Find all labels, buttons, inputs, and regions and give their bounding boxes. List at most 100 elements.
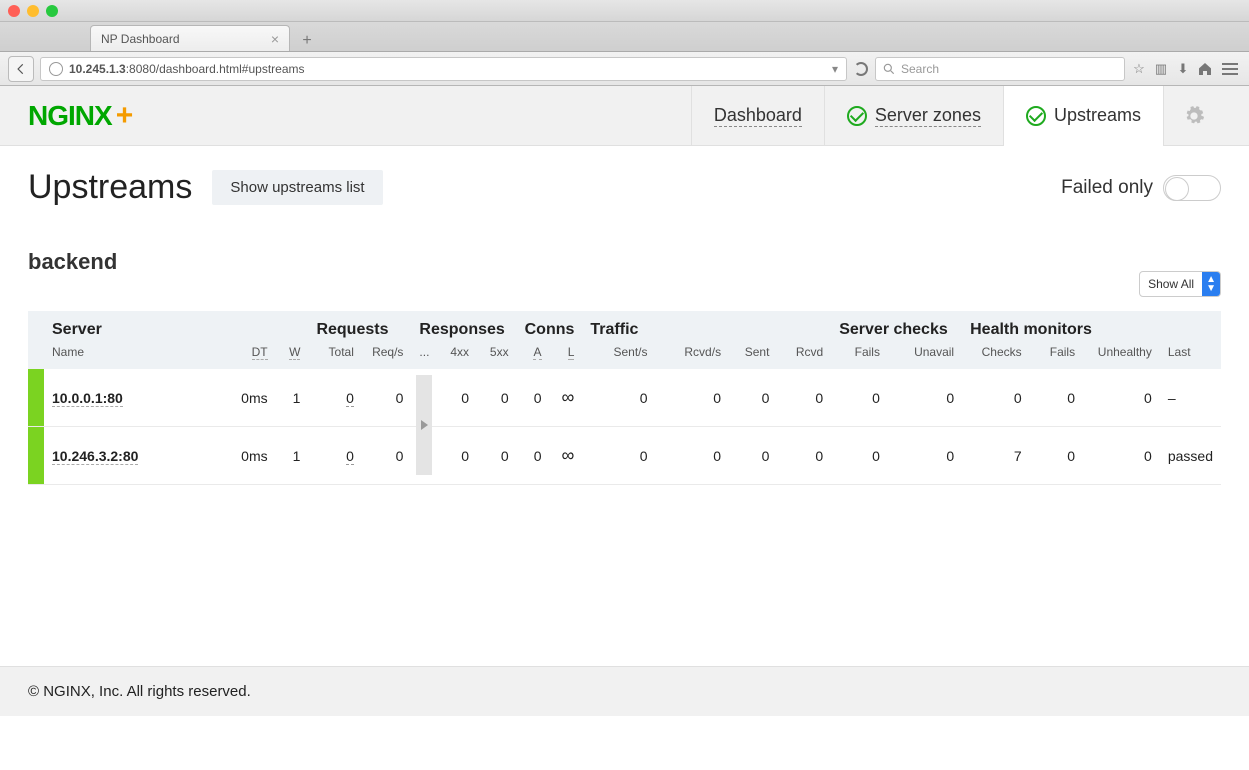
browser-search-input[interactable]: Search — [875, 57, 1125, 81]
url-dropdown-icon[interactable]: ▾ — [832, 62, 838, 76]
cell-total: 0 — [308, 369, 361, 427]
column-expand-handle[interactable] — [416, 375, 432, 475]
colgroup-responses: Responses — [411, 311, 516, 341]
back-button[interactable] — [8, 56, 34, 82]
nav-upstreams-label: Upstreams — [1054, 105, 1141, 126]
cell-hfails: 0 — [1030, 427, 1083, 485]
cell-dt: 0ms — [227, 427, 276, 485]
nav-upstreams[interactable]: Upstreams — [1003, 86, 1163, 146]
failed-only-label: Failed only — [1061, 177, 1153, 199]
bookmark-star-icon[interactable]: ☆ — [1131, 61, 1147, 77]
window-titlebar — [0, 0, 1249, 22]
nginx-logo: NGINX+ — [28, 99, 132, 133]
col-5xx: 5xx — [477, 341, 517, 369]
server-status-indicator — [28, 427, 44, 485]
browser-tab-title: NP Dashboard — [101, 32, 180, 46]
cell-rcvd: 0 — [777, 427, 831, 485]
cell-last: – — [1160, 369, 1221, 427]
reload-icon — [854, 62, 868, 76]
close-tab-icon[interactable]: × — [271, 31, 279, 47]
cell-sent: 0 — [729, 369, 777, 427]
col-hfails: Fails — [1030, 341, 1083, 369]
col-sent: Sent — [729, 341, 777, 369]
new-tab-button[interactable]: + — [296, 31, 318, 51]
minimize-window-icon[interactable] — [27, 5, 39, 17]
failed-only-toggle[interactable] — [1163, 175, 1221, 201]
browser-tab[interactable]: NP Dashboard × — [90, 25, 290, 51]
home-icon[interactable] — [1197, 61, 1213, 77]
col-name: Name — [44, 341, 227, 369]
cell-dt: 0ms — [227, 369, 276, 427]
cell-checks: 7 — [962, 427, 1030, 485]
nav-dashboard[interactable]: Dashboard — [691, 86, 824, 146]
cell-rcvd: 0 — [777, 369, 831, 427]
col-reqs: Req/s — [362, 341, 412, 369]
footer-copyright: © NGINX, Inc. All rights reserved. — [0, 666, 1249, 716]
address-bar[interactable]: 10.245.1.3:8080/dashboard.html#upstreams… — [40, 57, 847, 81]
col-sents: Sent/s — [582, 341, 655, 369]
settings-button[interactable] — [1163, 86, 1223, 146]
cell-server: 10.246.3.2:80 — [44, 427, 227, 485]
cell-5xx: 0 — [477, 427, 517, 485]
cell-4xx: 0 — [437, 369, 477, 427]
cell-hfails: 0 — [1030, 369, 1083, 427]
nav-dashboard-label: Dashboard — [714, 105, 802, 127]
downloads-icon[interactable]: ⬇ — [1175, 61, 1191, 77]
colgroup-health-monitors: Health monitors — [962, 311, 1221, 341]
cell-w: 1 — [276, 427, 309, 485]
cell-sents: 0 — [582, 427, 655, 485]
col-checks: Checks — [962, 341, 1030, 369]
url-host: 10.245.1.3 — [69, 62, 126, 76]
cell-l: ∞ — [550, 427, 583, 485]
col-rcvd: Rcvd — [777, 341, 831, 369]
cell-4xx: 0 — [437, 427, 477, 485]
top-navigation: Dashboard Server zones Upstreams — [691, 86, 1223, 146]
col-a: A — [517, 341, 550, 369]
app-header: NGINX+ Dashboard Server zones Upstreams — [0, 86, 1249, 146]
colgroup-conns: Conns — [517, 311, 583, 341]
cell-fails: 0 — [831, 427, 888, 485]
cell-l: ∞ — [550, 369, 583, 427]
browser-menu-button[interactable] — [1219, 58, 1241, 80]
show-all-label: Show All — [1140, 273, 1202, 295]
cell-5xx: 0 — [477, 369, 517, 427]
cell-sents: 0 — [582, 369, 655, 427]
close-window-icon[interactable] — [8, 5, 20, 17]
cell-rcvds: 0 — [656, 427, 730, 485]
colgroup-traffic: Traffic — [582, 311, 831, 341]
updown-arrows-icon: ▲▼ — [1202, 272, 1220, 296]
show-upstreams-list-button[interactable]: Show upstreams list — [212, 170, 382, 205]
zoom-window-icon[interactable] — [46, 5, 58, 17]
col-total: Total — [308, 341, 361, 369]
table-row[interactable]: 10.0.0.1:800ms100000∞000000000– — [28, 369, 1221, 427]
check-circle-icon — [847, 106, 867, 126]
cell-last: passed — [1160, 427, 1221, 485]
globe-icon — [49, 62, 63, 76]
reload-button[interactable] — [853, 62, 869, 76]
cell-unhealthy: 0 — [1083, 369, 1160, 427]
show-all-dropdown[interactable]: Show All ▲▼ — [1139, 271, 1221, 297]
cell-rcvds: 0 — [656, 369, 730, 427]
cell-reqs: 0 — [362, 427, 412, 485]
colgroup-server-checks: Server checks — [831, 311, 962, 341]
upstreams-table: Server Requests Responses Conns Traffic … — [28, 311, 1221, 485]
col-w: W — [276, 341, 309, 369]
table-row[interactable]: 10.246.3.2:800ms100000∞000000700passed — [28, 427, 1221, 485]
search-icon — [882, 62, 896, 76]
cell-unavail: 0 — [888, 369, 962, 427]
cell-checks: 0 — [962, 369, 1030, 427]
page-title: Upstreams — [28, 168, 192, 207]
search-placeholder: Search — [901, 62, 939, 76]
col-unhealthy: Unhealthy — [1083, 341, 1160, 369]
browser-toolbar: 10.245.1.3:8080/dashboard.html#upstreams… — [0, 52, 1249, 86]
cell-a: 0 — [517, 369, 550, 427]
upstream-group-name: backend — [28, 249, 1221, 275]
colgroup-requests: Requests — [308, 311, 411, 341]
cell-reqs: 0 — [362, 369, 412, 427]
col-unavail: Unavail — [888, 341, 962, 369]
nav-server-zones[interactable]: Server zones — [824, 86, 1003, 146]
col-last: Last — [1160, 341, 1221, 369]
gear-icon — [1183, 105, 1205, 127]
reading-list-icon[interactable]: ▥ — [1153, 61, 1169, 77]
col-fails: Fails — [831, 341, 888, 369]
